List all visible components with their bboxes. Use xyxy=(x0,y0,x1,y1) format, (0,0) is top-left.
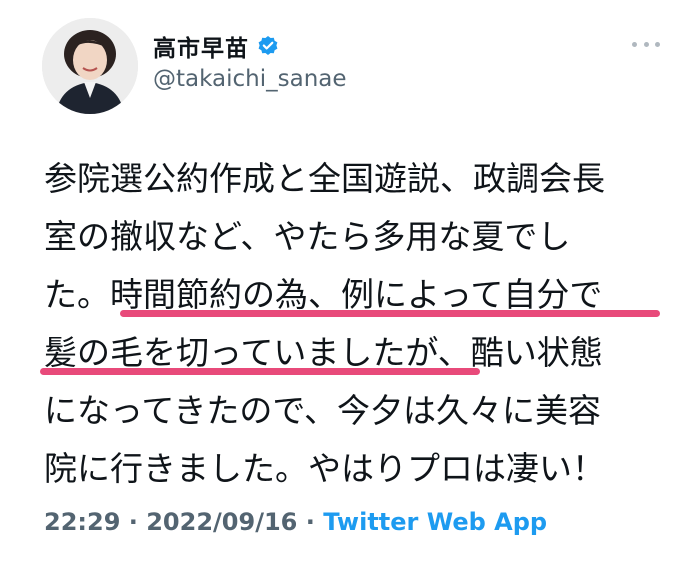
tweet-time[interactable]: 22:29 xyxy=(44,508,120,536)
user-handle[interactable]: @takaichi_sanae xyxy=(153,66,347,92)
display-name[interactable]: 高市早苗 xyxy=(153,29,249,63)
avatar-image xyxy=(42,18,138,114)
meta-separator: · xyxy=(297,508,324,536)
tweet-text-content: た。時間節約の為、例によって自分で xyxy=(44,275,603,314)
tweet-text-line: 髪の毛を切っていましたが、酷い状態 xyxy=(40,324,664,382)
tweet-card: 高市早苗 @takaichi_sanae 参院選公約作成と全国遊説、政調会長 室… xyxy=(0,0,696,566)
tweet-header: 高市早苗 @takaichi_sanae xyxy=(153,30,347,92)
meta-separator: · xyxy=(120,508,147,536)
avatar[interactable] xyxy=(42,18,138,114)
name-row: 高市早苗 xyxy=(153,30,347,62)
tweet-metadata: 22:29 · 2022/09/16 · Twitter Web App xyxy=(44,508,547,536)
tweet-text-line: た。時間節約の為、例によって自分で xyxy=(44,266,664,324)
tweet-text: 参院選公約作成と全国遊説、政調会長 室の撤収など、やたら多用な夏でし た。時間節… xyxy=(40,150,664,498)
tweet-text-line: 院に行きました。やはりプロは凄い！ xyxy=(44,449,605,488)
source-app-link[interactable]: Twitter Web App xyxy=(323,508,547,536)
highlight-underline xyxy=(120,310,660,317)
tweet-date[interactable]: 2022/09/16 xyxy=(146,508,297,536)
tweet-text-content: 髪の毛を切っていましたが、酷い状態 xyxy=(44,333,603,372)
verified-badge-icon xyxy=(257,35,279,57)
more-options-icon[interactable] xyxy=(632,38,660,50)
tweet-text-line: になってきたので、今夕は久々に美容 xyxy=(44,391,602,430)
tweet-text-line: 室の撤収など、やたら多用な夏でし xyxy=(44,217,571,256)
tweet-text-line: 参院選公約作成と全国遊説、政調会長 xyxy=(44,159,605,198)
highlight-underline xyxy=(40,368,480,375)
